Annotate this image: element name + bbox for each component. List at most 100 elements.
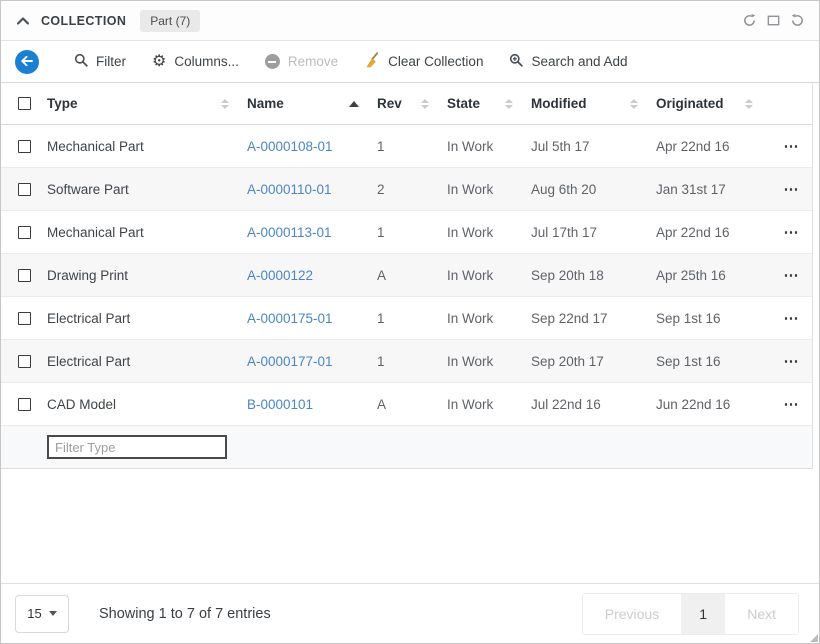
cell-originated: Apr 22nd 16 [656,139,771,154]
cell-state: In Work [447,139,531,154]
cell-rev: A [377,397,447,412]
page-size-select[interactable]: 15 [15,595,69,633]
table-header: Type Name Rev State Modified Originated [1,83,813,125]
column-label-rev: Rev [377,96,402,111]
previous-page-button[interactable]: Previous [583,594,681,634]
search-add-icon [509,53,523,70]
cell-rev: A [377,268,447,283]
cell-rev: 1 [377,139,447,154]
clear-collection-button[interactable]: Clear Collection [351,46,496,78]
part-number-link[interactable]: A-0000175-01 [247,311,333,326]
part-number-link[interactable]: A-0000110-01 [247,182,332,197]
row-actions-menu-icon[interactable]: ⋯ [780,223,804,241]
row-actions-menu-icon[interactable]: ⋯ [780,352,804,370]
clear-collection-button-label: Clear Collection [388,54,483,69]
remove-button-label: Remove [288,54,338,69]
part-number-link[interactable]: B-0000101 [247,397,313,412]
cell-originated: Apr 25th 16 [656,268,771,283]
filter-button-label: Filter [96,54,126,69]
cell-modified: Sep 20th 18 [531,268,656,283]
cell-state: In Work [447,354,531,369]
column-header-originated[interactable]: Originated [656,96,771,111]
panel-title: COLLECTION [41,14,126,28]
row-checkbox[interactable] [18,355,31,368]
toolbar: Filter ⚙ Columns... Remove Clear Collect… [1,41,819,83]
row-checkbox[interactable] [18,269,31,282]
refresh-icon[interactable] [742,13,757,28]
row-actions-menu-icon[interactable]: ⋯ [780,180,804,198]
row-checkbox[interactable] [18,398,31,411]
broom-icon [364,52,380,71]
cell-modified: Sep 20th 17 [531,354,656,369]
part-number-link[interactable]: A-0000122 [247,268,313,283]
table-row[interactable]: Mechanical PartA-0000113-011In WorkJul 1… [1,211,812,254]
cell-originated: Jun 22nd 16 [656,397,771,412]
cell-rev: 1 [377,354,447,369]
type-filter-input[interactable] [47,435,227,459]
table-row[interactable]: CAD ModelB-0000101AIn WorkJul 22nd 16Jun… [1,383,812,426]
sort-both-icon [221,99,229,109]
column-label-originated: Originated [656,96,724,111]
column-header-type[interactable]: Type [47,96,247,111]
column-label-name: Name [247,96,284,111]
part-number-link[interactable]: A-0000177-01 [247,354,333,369]
column-header-modified[interactable]: Modified [531,96,656,111]
columns-button[interactable]: ⚙ Columns... [139,46,252,78]
pagination: Previous 1 Next [582,593,799,635]
table-row[interactable]: Software PartA-0000110-012In WorkAug 6th… [1,168,812,211]
row-checkbox[interactable] [18,183,31,196]
row-actions-menu-icon[interactable]: ⋯ [780,395,804,413]
columns-button-label: Columns... [174,54,239,69]
maximize-icon[interactable] [766,13,781,28]
current-page-button[interactable]: 1 [681,594,725,634]
column-header-rev[interactable]: Rev [377,96,447,111]
filter-button[interactable]: Filter [61,46,139,78]
table-row[interactable]: Mechanical PartA-0000108-011In WorkJul 5… [1,125,812,168]
search-and-add-button[interactable]: Search and Add [496,46,640,78]
table-row[interactable]: Electrical PartA-0000175-011In WorkSep 2… [1,297,812,340]
table-row[interactable]: Electrical PartA-0000177-01 1In WorkSep 2… [1,340,812,383]
sort-both-icon [421,99,429,109]
part-number-link[interactable]: A-0000108-01 [247,139,333,154]
cell-modified: Jul 17th 17 [531,225,656,240]
next-page-button[interactable]: Next [725,594,798,634]
row-checkbox[interactable] [18,312,31,325]
part-count-badge[interactable]: Part (7) [140,10,200,32]
table-row[interactable]: Drawing PrintA-0000122AIn WorkSep 20th 1… [1,254,812,297]
cell-rev: 1 [377,311,447,326]
cell-type: Mechanical Part [47,225,247,240]
sort-both-icon [745,99,753,109]
row-actions-menu-icon[interactable]: ⋯ [780,266,804,284]
minus-circle-icon [265,54,280,69]
collapse-chevron-icon[interactable] [17,17,29,25]
cell-modified: Sep 22nd 17 [531,311,656,326]
cell-type: Electrical Part [47,354,247,369]
cell-modified: Jul 22nd 16 [531,397,656,412]
remove-button[interactable]: Remove [252,46,351,78]
footer: 15 Showing 1 to 7 of 7 entries Previous … [1,583,819,643]
cell-type: Mechanical Part [47,139,247,154]
cell-rev: 1 [377,225,447,240]
cell-type: Drawing Print [47,268,247,283]
row-actions-menu-icon[interactable]: ⋯ [780,137,804,155]
part-number-link[interactable]: A-0000113-01 [247,225,332,240]
cell-originated: Sep 1st 16 [656,354,771,369]
row-checkbox[interactable] [18,140,31,153]
column-header-name[interactable]: Name [247,96,377,111]
caret-down-icon [49,611,57,616]
gear-icon: ⚙ [152,54,166,70]
cell-type: CAD Model [47,397,247,412]
row-checkbox[interactable] [18,226,31,239]
column-header-state[interactable]: State [447,96,531,111]
cell-state: In Work [447,311,531,326]
cell-modified: Aug 6th 20 [531,182,656,197]
cell-state: In Work [447,182,531,197]
search-icon [74,53,88,70]
row-actions-menu-icon[interactable]: ⋯ [780,309,804,327]
empty-area [1,469,819,583]
reset-icon[interactable] [790,13,805,28]
cell-originated: Jan 31st 17 [656,182,771,197]
select-all-checkbox[interactable] [18,97,31,110]
back-button[interactable] [15,50,39,74]
cell-type: Software Part [47,182,247,197]
